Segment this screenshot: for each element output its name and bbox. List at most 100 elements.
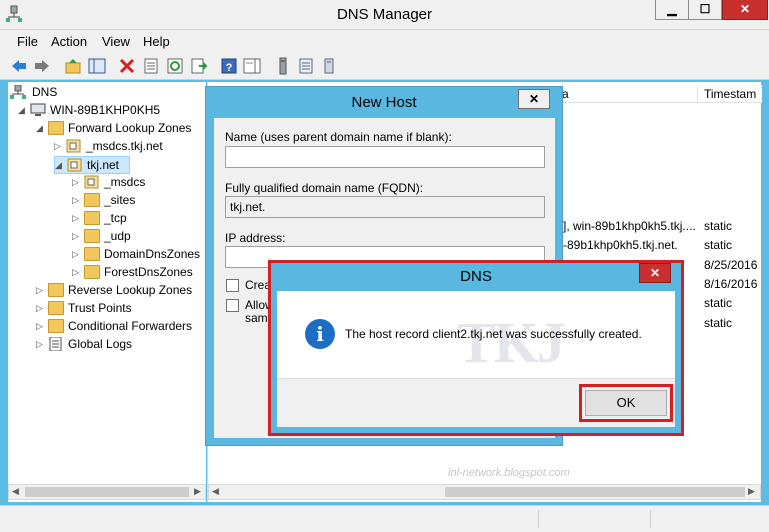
action-pane-icon[interactable] xyxy=(243,57,261,75)
scroll-right-icon[interactable]: ▶ xyxy=(748,486,755,497)
scroll-left-icon[interactable]: ◀ xyxy=(12,486,19,497)
tree-label: _msdcs xyxy=(104,175,146,189)
svg-text:?: ? xyxy=(226,62,233,74)
expand-arrow-icon[interactable]: ▷ xyxy=(36,321,46,331)
server-icon xyxy=(30,103,46,116)
menu-bar: File Action View Help xyxy=(0,30,769,52)
folder-icon xyxy=(48,121,64,135)
device-icon[interactable] xyxy=(320,57,338,75)
tree-label: _msdcs.tkj.net xyxy=(86,139,163,153)
scroll-right-icon[interactable]: ▶ xyxy=(194,486,201,497)
collapse-arrow-icon[interactable]: ◢ xyxy=(18,105,28,115)
column-header-timestamp[interactable]: Timestam xyxy=(704,87,756,101)
information-icon: i xyxy=(305,319,335,349)
record-data-cell: ], win-89b1khp0kh5.tkj.... xyxy=(563,219,696,233)
folder-icon xyxy=(48,283,64,297)
expand-arrow-icon[interactable]: ▷ xyxy=(36,303,46,313)
minimize-button[interactable]: ▁ xyxy=(655,0,689,20)
expand-arrow-icon[interactable]: ▷ xyxy=(72,177,82,187)
tree-label: _sites xyxy=(104,193,136,207)
dns-dialog-footer: lnl-network.blogspot.com OK xyxy=(277,378,675,479)
folder-icon xyxy=(48,319,64,333)
tree-label: Conditional Forwarders xyxy=(68,319,193,333)
zone-icon xyxy=(84,175,99,189)
refresh-icon[interactable] xyxy=(166,57,184,75)
new-host-close-button[interactable]: ✕ xyxy=(518,89,550,109)
dns-dialog-body: TKJ i The host record client2.tkj.net wa… xyxy=(277,291,675,479)
folder-icon xyxy=(84,211,100,225)
export-list-icon[interactable] xyxy=(190,57,208,75)
delete-icon[interactable] xyxy=(118,57,136,75)
expand-arrow-icon[interactable]: ▷ xyxy=(72,213,82,223)
dns-dialog-title: DNS xyxy=(460,268,492,285)
dns-dialog-close-button[interactable]: ✕ xyxy=(639,263,671,283)
expand-arrow-icon[interactable]: ▷ xyxy=(72,231,82,241)
expand-arrow-icon[interactable]: ▷ xyxy=(36,285,46,295)
tree-label: Trust Points xyxy=(68,301,132,315)
folder-icon xyxy=(84,247,100,261)
collapse-arrow-icon[interactable]: ◢ xyxy=(55,160,65,170)
log-icon xyxy=(49,337,62,351)
window-title: DNS Manager xyxy=(336,6,433,23)
tree-label: ForestDnsZones xyxy=(104,265,193,279)
ok-button[interactable]: OK xyxy=(585,390,667,416)
collapse-arrow-icon[interactable]: ◢ xyxy=(36,123,46,133)
success-message: The host record client2.tkj.net was succ… xyxy=(345,327,642,341)
record-timestamp-cell: static xyxy=(704,238,733,252)
scrollbar-thumb[interactable] xyxy=(25,487,189,497)
menu-file[interactable]: File xyxy=(17,34,38,49)
help-icon[interactable]: ? xyxy=(220,57,238,75)
menu-help[interactable]: Help xyxy=(143,34,170,49)
status-bar-pane xyxy=(650,510,760,528)
host-name-input[interactable] xyxy=(225,146,545,168)
tree-label: DomainDnsZones xyxy=(104,247,201,261)
column-header-data[interactable]: a xyxy=(562,87,569,101)
tree-horizontal-scrollbar[interactable]: ◀ ▶ xyxy=(8,484,206,500)
menu-action[interactable]: Action xyxy=(51,34,87,49)
title-bar: DNS Manager ▁ ☐ ✕ xyxy=(0,0,769,30)
expand-arrow-icon[interactable]: ▷ xyxy=(72,195,82,205)
tree-label: WIN-89B1KHP0KH5 xyxy=(50,103,161,117)
up-folder-icon[interactable] xyxy=(64,57,82,75)
create-ptr-checkbox[interactable] xyxy=(226,279,239,292)
list-horizontal-scrollbar[interactable]: ◀ ▶ xyxy=(208,484,761,500)
zone-icon xyxy=(66,139,81,153)
tree-label: _udp xyxy=(104,229,131,243)
record-timestamp-cell: 8/16/2016 xyxy=(704,277,758,291)
server-icon[interactable] xyxy=(274,57,292,75)
tree-label: _tcp xyxy=(104,211,127,225)
expand-arrow-icon[interactable]: ▷ xyxy=(36,339,46,349)
file-list-icon[interactable] xyxy=(297,57,315,75)
zone-icon xyxy=(67,158,82,172)
maximize-button[interactable]: ☐ xyxy=(688,0,722,20)
properties-icon[interactable] xyxy=(142,57,160,75)
show-hide-console-tree-icon[interactable] xyxy=(88,57,106,75)
tree-label: Reverse Lookup Zones xyxy=(68,283,193,297)
allow-update-checkbox[interactable] xyxy=(226,299,239,312)
folder-icon xyxy=(84,229,100,243)
expand-arrow-icon[interactable]: ▷ xyxy=(72,249,82,259)
folder-icon xyxy=(48,301,64,315)
close-window-button[interactable]: ✕ xyxy=(722,0,768,20)
expand-arrow-icon[interactable]: ▷ xyxy=(54,141,64,151)
record-timestamp-cell: static xyxy=(704,316,733,330)
watermark-url: lnl-network.blogspot.com xyxy=(448,467,570,479)
scroll-left-icon[interactable]: ◀ xyxy=(212,486,219,497)
tree-label: tkj.net xyxy=(87,158,120,172)
column-divider[interactable] xyxy=(697,85,698,103)
toolbar: ? xyxy=(0,52,769,80)
folder-icon xyxy=(84,193,100,207)
scrollbar-thumb[interactable] xyxy=(445,487,745,497)
expand-arrow-icon[interactable]: ▷ xyxy=(72,267,82,277)
list-header: a Timestam xyxy=(556,85,762,103)
fqdn-label: Fully qualified domain name (FQDN): xyxy=(225,181,424,195)
menu-view[interactable]: View xyxy=(102,34,130,49)
console-tree: DNS ◢ WIN-89B1KHP0KH5 ◢ Forward Lookup Z… xyxy=(8,82,206,502)
tree-label: DNS xyxy=(32,85,58,99)
status-bar xyxy=(0,505,769,532)
tree-item-tkj-net-selected[interactable]: ◢ tkj.net xyxy=(54,156,130,174)
record-data-cell: -89b1khp0kh5.tkj.net. xyxy=(563,238,678,252)
back-arrow-icon[interactable] xyxy=(10,57,28,75)
watermark-logo: TKJ xyxy=(457,310,566,375)
forward-arrow-icon[interactable] xyxy=(33,57,51,75)
